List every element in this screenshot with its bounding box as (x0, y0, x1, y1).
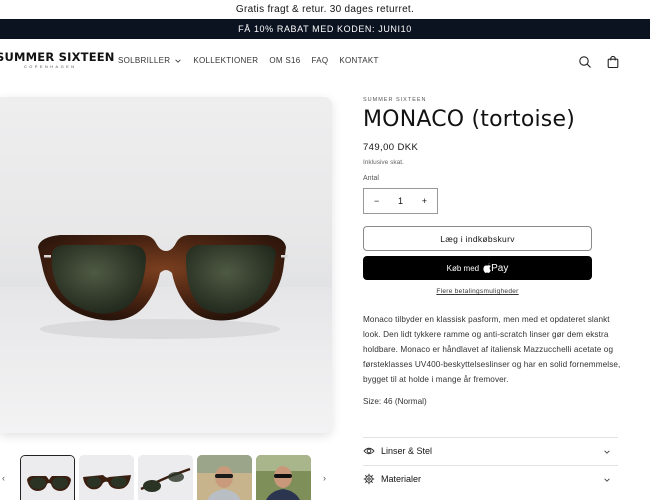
nav-item-label: SOLBRILLER (118, 56, 171, 65)
nav-item-label: KONTAKT (339, 56, 379, 65)
eye-icon (363, 447, 375, 455)
apple-pay-mark: Pay (483, 263, 508, 274)
nav-item-solbriller[interactable]: SOLBRILLER (118, 56, 182, 65)
thumbnail-gallery: ‹ › (0, 455, 340, 500)
bag-icon[interactable] (606, 55, 620, 69)
apple-pay-button[interactable]: Køb med Pay (363, 256, 592, 280)
gear-icon (363, 473, 375, 485)
quantity-input[interactable]: 1 (398, 196, 403, 206)
nav-item-label: KOLLEKTIONER (193, 56, 259, 65)
sunglasses-side-icon (138, 455, 193, 500)
pay-brand-label: Pay (491, 262, 509, 274)
sunglasses-front-icon (21, 456, 74, 500)
nav-item-kollektioner[interactable]: KOLLEKTIONER (193, 56, 258, 65)
chevron-down-icon (604, 450, 610, 454)
product-main-image[interactable] (0, 97, 332, 433)
thumbnail-angle[interactable] (79, 455, 134, 500)
accordion-materialer[interactable]: Materialer (363, 465, 618, 492)
nav-item-kontakt[interactable]: KONTAKT (339, 56, 378, 65)
product-price: 749,00 DKK (363, 142, 419, 153)
add-to-cart-button[interactable]: Læg i indkøbskurv (363, 226, 592, 251)
product-vendor: SUMMER SIXTEEN (363, 97, 427, 103)
quantity-stepper: − 1 + (363, 188, 438, 214)
thumb-prev-button[interactable]: ‹ (2, 473, 10, 483)
sunglasses-angle-icon (79, 455, 134, 500)
site-header: SUMMER SIXTEEN COPENHAGEN SOLBRILLER KOL… (0, 39, 650, 84)
product-description: Monaco tilbyder en klassisk pasform, men… (363, 315, 621, 384)
chevron-down-icon (175, 59, 182, 63)
accordion-label: Linser & Stel (381, 446, 433, 456)
tax-note: Inklusive skat. (363, 159, 404, 166)
nav-item-label: OM S16 (269, 56, 301, 65)
nav-item-om-s16[interactable]: OM S16 (269, 56, 300, 65)
product-size: Size: 46 (Normal) (363, 397, 427, 406)
thumbnail-model-1[interactable] (197, 455, 252, 500)
logo[interactable]: SUMMER SIXTEEN COPENHAGEN (0, 50, 115, 73)
thumb-next-button[interactable]: › (323, 473, 331, 483)
header-actions (564, 55, 620, 69)
logo-subtitle: COPENHAGEN (24, 64, 77, 69)
quantity-decrease-button[interactable]: − (374, 196, 379, 206)
more-payment-options-link[interactable]: Flere betalingsmuligheder (363, 288, 592, 295)
thumbnail-front[interactable] (20, 455, 75, 500)
accordion-linser-stel[interactable]: Linser & Stel (363, 437, 618, 464)
accordion-label: Materialer (381, 474, 422, 484)
sunglasses-image (0, 235, 332, 433)
announcement-discount: FÅ 10% RABAT MED KODEN: JUNI10 (0, 19, 650, 39)
buy-with-label: Køb med (446, 263, 480, 273)
nav-item-faq[interactable]: FAQ (311, 56, 328, 65)
model-photo-icon (256, 455, 311, 500)
product-info: SUMMER SIXTEEN MONACO (tortoise) 749,00 … (363, 97, 621, 406)
logo-text: SUMMER SIXTEEN (0, 50, 115, 64)
model-photo-icon (197, 455, 252, 500)
search-icon[interactable] (578, 55, 592, 69)
announcement-shipping: Gratis fragt & retur. 30 dages returret. (0, 0, 650, 19)
thumbnail-side[interactable] (138, 455, 193, 500)
quantity-increase-button[interactable]: + (422, 196, 427, 206)
main-nav: SOLBRILLER KOLLEKTIONER OM S16 FAQ KONTA… (118, 56, 390, 65)
quantity-label: Antal (363, 175, 379, 182)
apple-icon (483, 263, 491, 273)
thumbnail-model-2[interactable] (256, 455, 311, 500)
nav-item-label: FAQ (311, 56, 329, 65)
chevron-down-icon (604, 478, 610, 482)
product-title: MONACO (tortoise) (363, 107, 575, 132)
